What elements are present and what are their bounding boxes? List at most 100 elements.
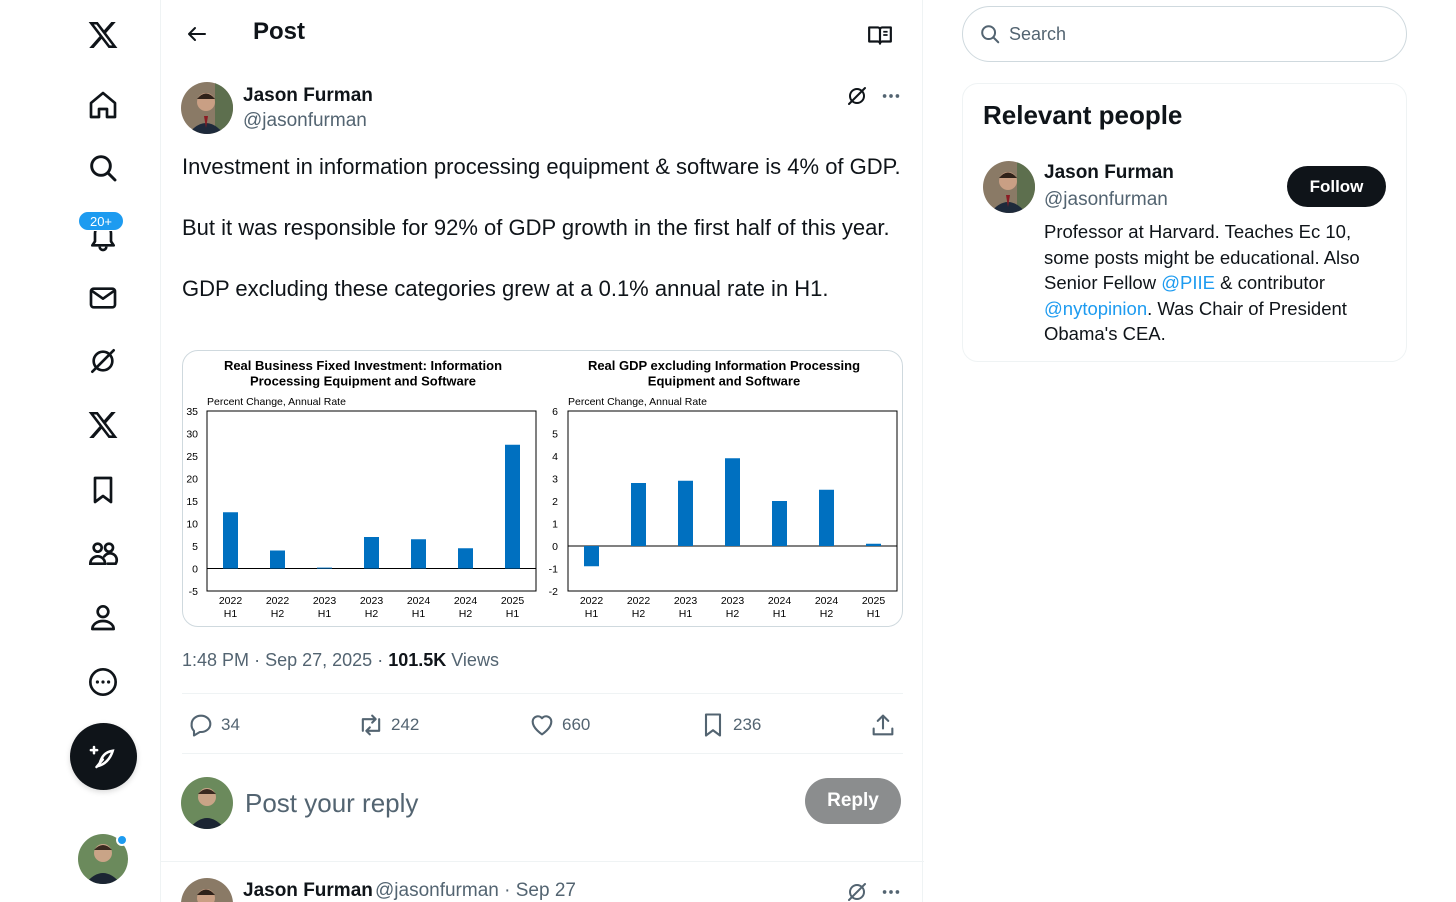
share-upload-icon — [872, 714, 894, 736]
chart-x-tick-label: 2024 — [768, 595, 792, 607]
like-count: 660 — [562, 715, 591, 734]
premium-x-icon[interactable] — [82, 404, 124, 446]
page-title: Post — [253, 18, 306, 45]
grok-icon[interactable] — [82, 340, 124, 382]
chart-y-tick-label: -5 — [189, 586, 198, 598]
x-logo-icon[interactable] — [82, 14, 124, 56]
search-box[interactable] — [962, 6, 1407, 62]
bookmark-count: 236 — [733, 715, 762, 734]
grok-explain-icon[interactable] — [843, 82, 871, 110]
charts-svg: Real Business Fixed Investment: Informat… — [186, 358, 898, 620]
search-icon — [981, 25, 1000, 44]
bookmarks-icon[interactable] — [82, 469, 124, 511]
chart-x-tick-label: H1 — [585, 608, 599, 620]
post-paragraph: Investment in information processing equ… — [182, 154, 901, 179]
reply-count: 34 — [221, 715, 240, 734]
share-action-button[interactable] — [869, 707, 903, 743]
reply-action-button[interactable]: 34 — [187, 707, 240, 743]
chart-y-tick-label: 35 — [186, 406, 198, 418]
post-media-chart-image[interactable]: Real Business Fixed Investment: Informat… — [182, 350, 903, 627]
mention-link-nytopinion[interactable]: @nytopinion — [1044, 298, 1147, 319]
chart-title: Real Business Fixed Investment: Informat… — [224, 358, 502, 373]
chart-y-tick-label: 25 — [186, 451, 198, 463]
chart-bar — [223, 512, 238, 569]
chart-title: Equipment and Software — [648, 374, 800, 389]
chart-y-tick-label: 30 — [186, 429, 198, 441]
chart-x-tick-label: 2022 — [580, 595, 604, 607]
chart-x-tick-label: H2 — [271, 608, 285, 620]
chart-bar — [458, 548, 473, 569]
home-icon[interactable] — [82, 84, 124, 126]
reply-submit-button[interactable]: Reply — [805, 778, 901, 824]
post-text: Investment in information processing equ… — [182, 152, 912, 335]
chart-x-tick-label: H1 — [773, 608, 787, 620]
repost-action-button[interactable]: 242 — [357, 707, 419, 743]
heart-icon — [531, 715, 553, 736]
profile-icon[interactable] — [82, 596, 124, 638]
main-column: Post Jason Furman @jasonfurman Investmen… — [160, 0, 924, 902]
more-options-icon[interactable] — [877, 878, 905, 902]
chart-y-tick-label: 5 — [552, 429, 558, 441]
notifications-badge: 20+ — [78, 211, 124, 231]
chart-x-tick-label: 2025 — [501, 595, 525, 607]
compose-post-button[interactable] — [70, 723, 137, 790]
more-circle-icon[interactable] — [82, 661, 124, 703]
chart-bar — [678, 480, 693, 546]
reader-mode-book-icon[interactable] — [861, 16, 899, 54]
chart-y-tick-label: 0 — [192, 564, 198, 576]
follow-button[interactable]: Follow — [1287, 166, 1386, 207]
chart-bar — [725, 458, 740, 546]
chart-x-tick-label: H1 — [679, 608, 693, 620]
relevant-person-avatar[interactable] — [983, 161, 1035, 213]
chart-x-tick-label: 2022 — [219, 595, 243, 607]
bookmark-action-button[interactable]: 236 — [699, 707, 761, 743]
communities-icon[interactable] — [82, 532, 124, 574]
reply-input[interactable] — [245, 783, 765, 823]
author-avatar[interactable] — [181, 82, 233, 134]
search-input[interactable] — [1009, 23, 1369, 45]
chart-x-tick-label: 2022 — [627, 595, 651, 607]
chart-x-tick-label: H2 — [365, 608, 379, 620]
relevant-people-title: Relevant people — [983, 100, 1183, 130]
relevant-person-handle[interactable]: @jasonfurman — [1044, 189, 1168, 211]
explore-search-icon[interactable] — [82, 147, 124, 189]
thread-author-name[interactable]: Jason Furman — [243, 880, 373, 902]
chart-x-tick-label: 2024 — [407, 595, 431, 607]
grok-explain-icon[interactable] — [843, 878, 871, 902]
dot-separator: · — [254, 650, 266, 670]
feather-plus-icon — [89, 745, 114, 768]
chart-y-tick-label: 1 — [552, 519, 558, 531]
divider — [182, 753, 903, 754]
more-options-icon[interactable] — [877, 82, 905, 110]
chart-x-tick-label: H2 — [632, 608, 646, 620]
divider — [182, 693, 903, 694]
back-arrow-icon[interactable] — [177, 14, 217, 54]
repost-icon — [361, 714, 381, 736]
my-avatar[interactable] — [181, 777, 233, 829]
thread-author-avatar[interactable] — [181, 878, 233, 902]
chart-title: Real GDP excluding Information Processin… — [588, 358, 860, 373]
post-paragraph: But it was responsible for 92% of GDP gr… — [182, 215, 890, 240]
chart-x-tick-label: 2023 — [360, 595, 384, 607]
relevant-person-bio: Professor at Harvard. Teaches Ec 10, som… — [1044, 219, 1394, 347]
post-timestamp[interactable]: 1:48 PM · Sep 27, 2025 · 101.5K Views — [182, 650, 499, 671]
chart-x-tick-label: H1 — [867, 608, 881, 620]
unread-dot — [116, 834, 128, 846]
chart-x-tick-label: 2024 — [815, 595, 839, 607]
chart-x-tick-label: H2 — [726, 608, 740, 620]
chart-y-tick-label: 5 — [192, 541, 198, 553]
mention-link-piie[interactable]: @PIIE — [1161, 272, 1215, 293]
chart-y-tick-label: 6 — [552, 406, 558, 418]
author-name[interactable]: Jason Furman — [243, 85, 373, 107]
chart-x-tick-label: H1 — [412, 608, 426, 620]
chart-bar — [866, 543, 881, 546]
like-action-button[interactable]: 660 — [528, 707, 590, 743]
chart-y-axis-label: Percent Change, Annual Rate — [207, 396, 346, 408]
chart-y-tick-label: 10 — [186, 519, 198, 531]
author-handle[interactable]: @jasonfurman — [243, 110, 367, 132]
divider — [161, 861, 924, 862]
messages-mail-icon[interactable] — [82, 277, 124, 319]
chart-y-tick-label: 2 — [552, 496, 558, 508]
relevant-person-name[interactable]: Jason Furman — [1044, 162, 1174, 184]
chart-y-tick-label: 20 — [186, 474, 198, 486]
